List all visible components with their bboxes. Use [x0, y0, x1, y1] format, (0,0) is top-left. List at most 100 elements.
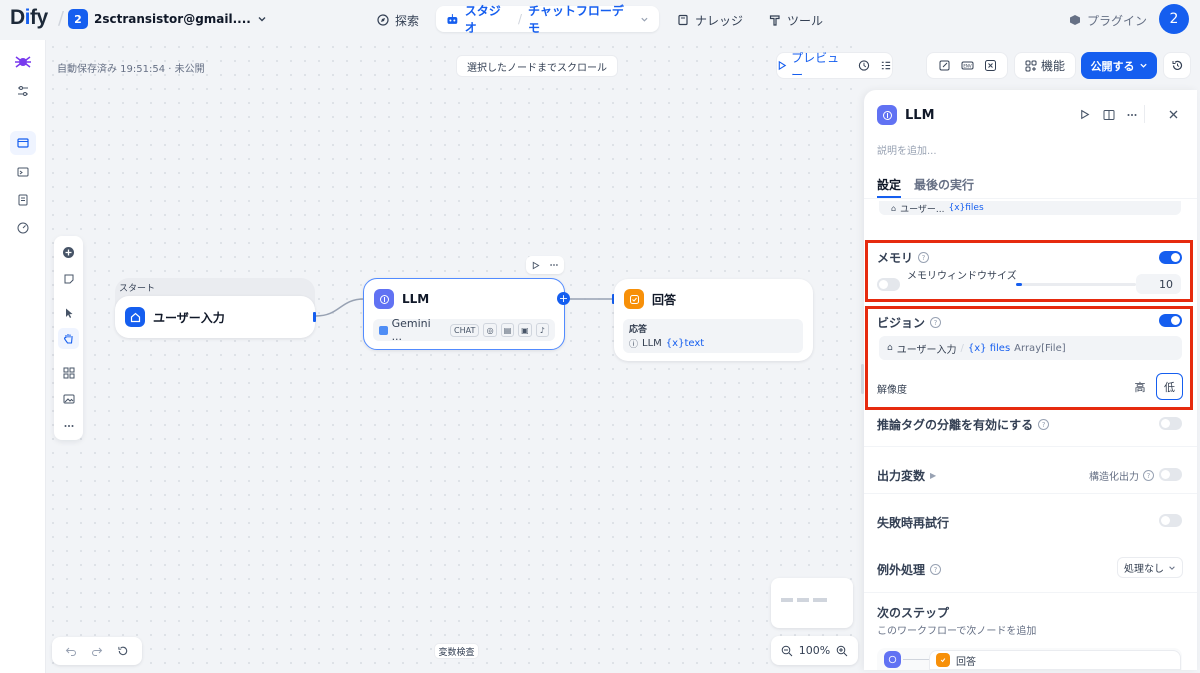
llm-node[interactable]: LLM Gemini ... CHAT ◎ ▤ ▣ ♪: [363, 278, 565, 350]
tab-settings[interactable]: 設定: [877, 176, 901, 193]
output-vars-header[interactable]: 出力変数 ▶: [877, 467, 936, 484]
version-history-button[interactable]: [1163, 52, 1191, 79]
nav-studio-label: スタジオ: [464, 4, 501, 35]
terminal-icon[interactable]: [13, 162, 33, 182]
exception-label: 例外処理: [877, 563, 926, 577]
variable-inspect-button[interactable]: 変数検査: [434, 643, 479, 659]
start-node-handle[interactable]: [313, 312, 316, 322]
breadcrumb-separator: /: [58, 8, 65, 29]
canvas-toolbar: [54, 236, 83, 440]
answer-node[interactable]: 回答 応答 ⓘ LLM {x}text: [614, 279, 813, 361]
exception-value: 処理なし: [1124, 564, 1164, 575]
next-step-area: 回答: [877, 648, 1182, 670]
redo-icon[interactable]: [91, 645, 103, 657]
llm-brain-icon: [374, 289, 394, 309]
share-edit-icon[interactable]: [938, 59, 951, 72]
llm-model-name: Gemini ...: [391, 317, 431, 343]
llm-brain-icon: [884, 651, 901, 668]
nav-explore[interactable]: 探索: [377, 8, 419, 32]
start-node-header: スタート: [119, 284, 156, 294]
preview-group: プレビュー: [776, 51, 893, 82]
minimap-node: [781, 598, 793, 602]
autosave-status: 自動保存済み 19:51:54 · 未公開: [57, 64, 205, 75]
split-view-icon[interactable]: [1103, 109, 1115, 121]
retry-toggle[interactable]: [1159, 514, 1182, 527]
ellipsis-icon[interactable]: [549, 260, 559, 270]
export-group: ENV: [926, 52, 1008, 79]
llm-brain-icon: [877, 105, 897, 125]
answer-node-title: 回答: [652, 292, 677, 307]
features-button[interactable]: 機能: [1014, 52, 1076, 79]
nav-explore-label: 探索: [395, 13, 420, 28]
zoom-level[interactable]: 100%: [799, 644, 830, 657]
chevron-down-icon: [1169, 565, 1175, 570]
vision-highlight-box: [865, 306, 1193, 410]
nav-knowledge[interactable]: ナレッジ: [677, 8, 743, 32]
orchestrate-tab[interactable]: [10, 131, 36, 155]
checklist-icon[interactable]: [880, 59, 892, 72]
more-options-button[interactable]: [58, 415, 79, 436]
exception-select[interactable]: 処理なし: [1117, 557, 1183, 578]
start-node[interactable]: ユーザー入力: [115, 296, 315, 338]
retry-label: 失敗時再試行: [877, 516, 950, 530]
settings-sliders-icon[interactable]: [13, 81, 33, 101]
publish-button[interactable]: 公開する: [1081, 52, 1157, 79]
scroll-to-node-button[interactable]: 選択したノードまでスクロール: [456, 55, 618, 77]
nav-separator: /: [518, 12, 523, 26]
llm-add-next-handle[interactable]: +: [557, 292, 570, 305]
description-input[interactable]: 説明を追加...: [877, 142, 937, 157]
answer-source-var: {x}text: [665, 338, 705, 349]
preview-label: プレビュー: [791, 50, 840, 82]
svg-text:ENV: ENV: [963, 63, 972, 68]
help-icon[interactable]: ?: [930, 564, 942, 575]
panel-title[interactable]: LLM: [905, 108, 935, 123]
edge-start-llm[interactable]: [315, 298, 365, 317]
reasoning-tag-toggle[interactable]: [1159, 417, 1182, 430]
pointer-mode-button[interactable]: [58, 302, 79, 323]
variable-x-icon[interactable]: [984, 59, 997, 72]
structured-output-toggle[interactable]: [1159, 468, 1182, 481]
nav-plugins-label: プラグイン: [1087, 13, 1148, 28]
nav-tools[interactable]: ツール: [769, 8, 823, 32]
history-icon[interactable]: [117, 645, 129, 657]
export-image-button[interactable]: [58, 388, 79, 409]
undo-icon[interactable]: [65, 645, 77, 657]
nav-plugins[interactable]: プラグイン: [1069, 8, 1147, 32]
preview-button[interactable]: プレビュー: [777, 49, 846, 83]
organize-nodes-button[interactable]: [58, 362, 79, 383]
zoom-out-icon[interactable]: [781, 645, 793, 657]
ellipsis-icon: [64, 424, 73, 427]
structured-output-label: 構造化出力: [1089, 472, 1139, 483]
zoom-in-icon[interactable]: [836, 645, 848, 657]
help-icon[interactable]: ?: [1143, 470, 1154, 481]
user-avatar[interactable]: 2: [1159, 4, 1189, 34]
reasoning-tag-label: 推論タグの分離を有効にする: [877, 418, 1034, 432]
panel-resize-handle[interactable]: [861, 364, 864, 394]
app-icon[interactable]: [13, 52, 33, 72]
next-step-node[interactable]: 回答: [929, 650, 1181, 670]
nav-studio[interactable]: スタジオ / チャットフローデモ: [436, 4, 659, 35]
env-icon[interactable]: ENV: [961, 59, 974, 72]
llm-node-actions: [526, 256, 564, 274]
help-icon[interactable]: ?: [1038, 419, 1050, 430]
dashboard-gauge-icon[interactable]: [13, 218, 33, 238]
close-icon[interactable]: [1168, 109, 1179, 120]
add-note-button[interactable]: [58, 268, 79, 289]
context-var-name: {x}files: [948, 203, 984, 213]
answer-icon: [936, 653, 950, 667]
robot-icon: [447, 13, 458, 24]
play-icon[interactable]: [531, 261, 540, 270]
dify-logo[interactable]: Dify: [10, 6, 48, 30]
history-check-icon[interactable]: [858, 59, 870, 72]
nav-app-name[interactable]: チャットフローデモ: [528, 2, 634, 36]
add-node-button[interactable]: [58, 242, 79, 263]
logs-icon[interactable]: [13, 190, 33, 210]
minimap[interactable]: [771, 578, 853, 628]
answer-icon: [624, 289, 644, 309]
run-node-icon[interactable]: [1079, 109, 1090, 120]
workspace-switcher[interactable]: 2 2sctransistor@gmail....: [68, 9, 267, 29]
tab-last-run[interactable]: 最後の実行: [914, 176, 974, 193]
hand-mode-button[interactable]: [58, 328, 79, 349]
next-step-node-name: 回答: [956, 656, 976, 668]
ellipsis-icon[interactable]: [1126, 109, 1138, 121]
